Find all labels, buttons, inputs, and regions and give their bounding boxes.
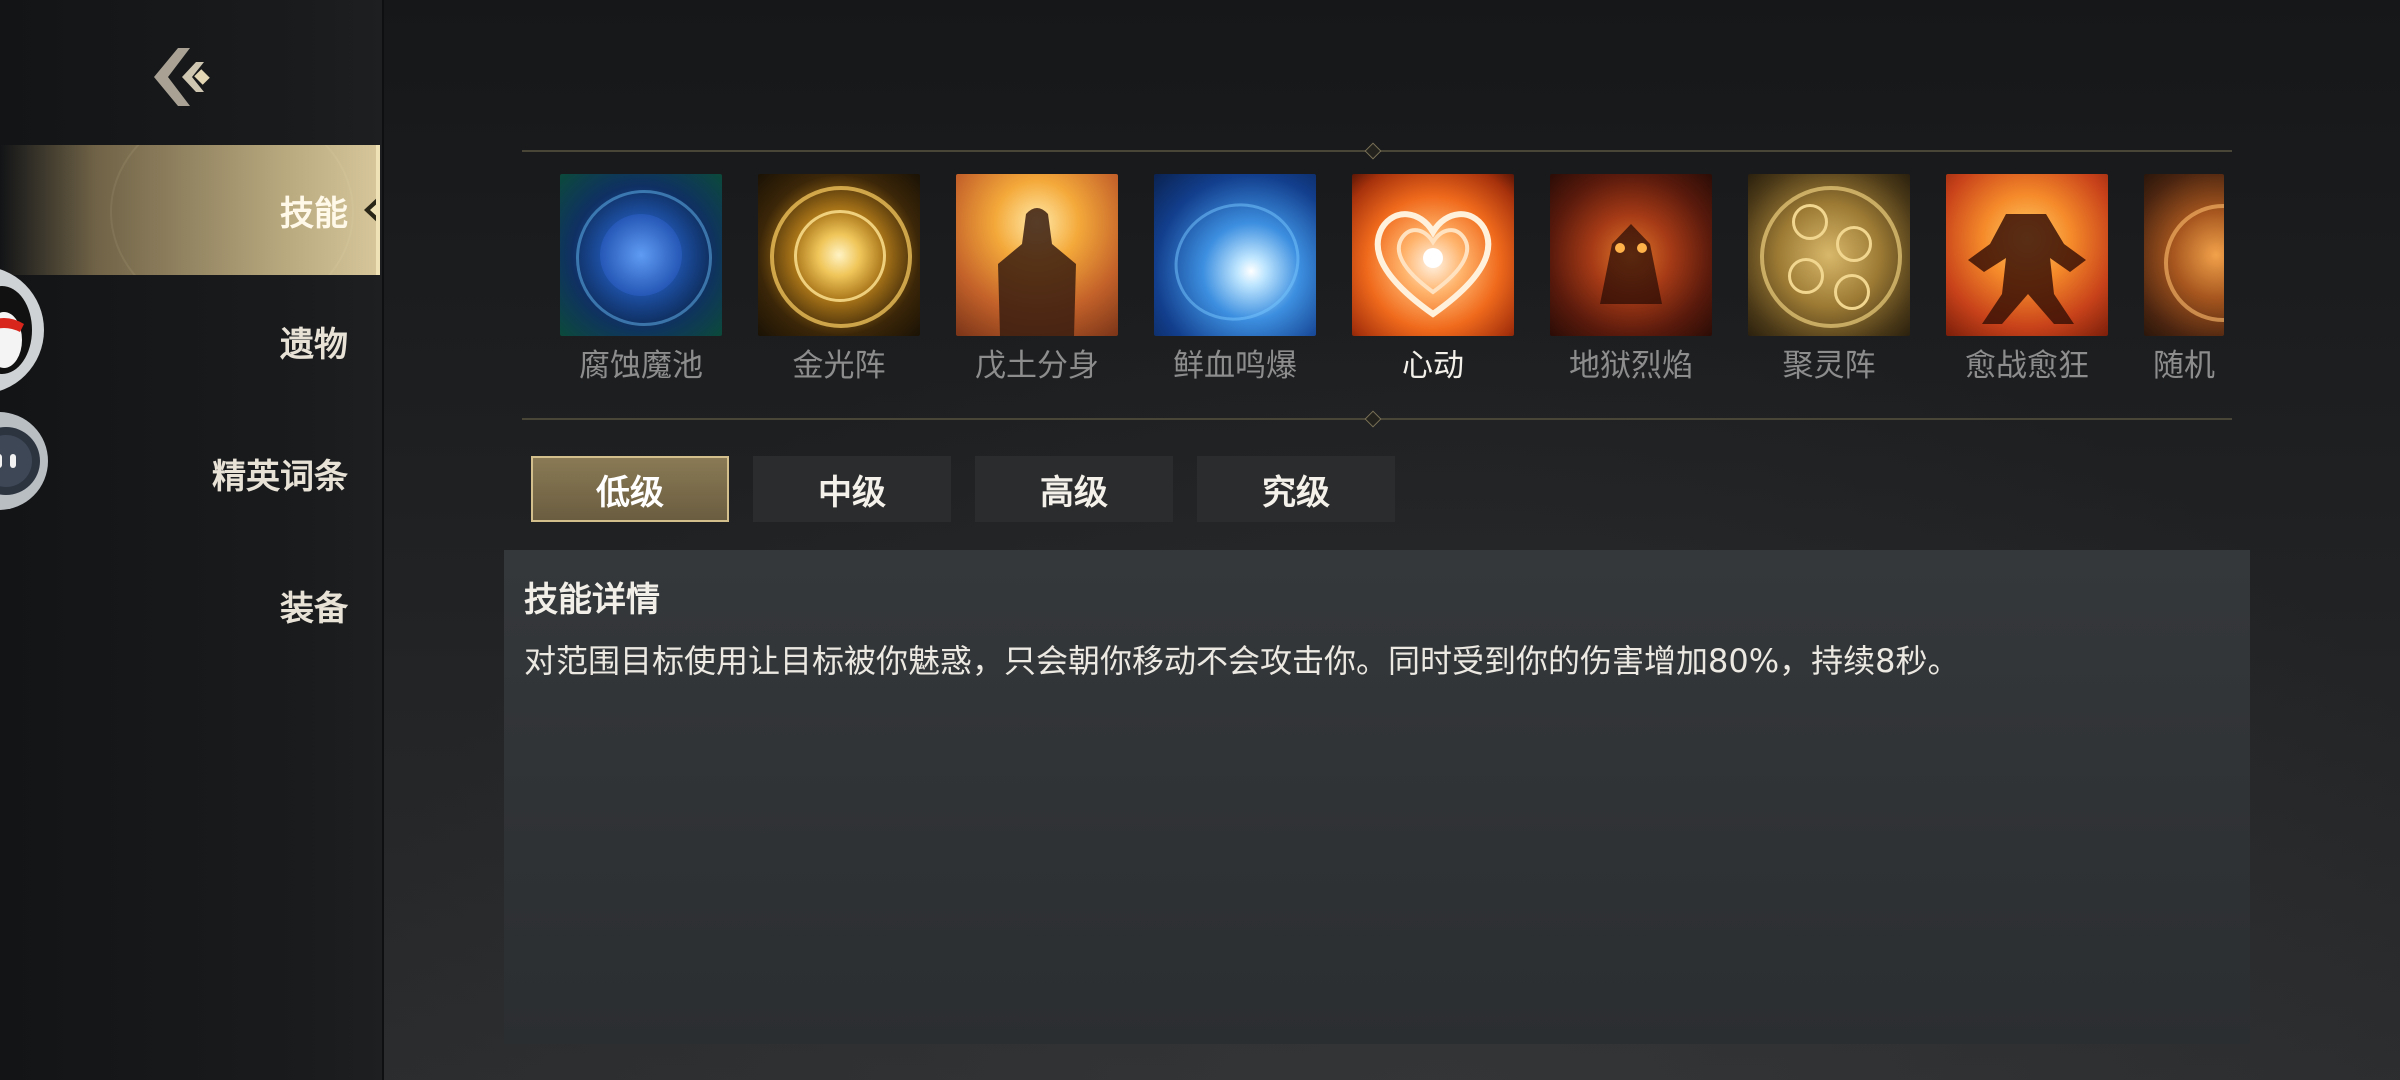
sidebar-item-label: 遗物 <box>280 324 348 365</box>
tab-tier-ultimate[interactable]: 究级 <box>1197 456 1395 522</box>
skill-item[interactable]: 随机 <box>2144 174 2224 388</box>
corrosion-pool-icon <box>560 174 722 336</box>
skill-item-selected[interactable]: 心动 <box>1352 174 1514 388</box>
skill-description: 对范围目标使用让目标被你魅惑，只会朝你移动不会攻击你。同时受到你的伤害增加80%… <box>524 642 1960 680</box>
hellfire-icon <box>1550 174 1712 336</box>
skill-name: 聚灵阵 <box>1782 348 1876 384</box>
detail-title: 技能详情 <box>524 580 660 620</box>
sidebar-item-skills[interactable]: 技能 <box>0 145 380 275</box>
sidebar-item-label: 装备 <box>280 588 348 629</box>
skill-item[interactable]: 戊土分身 <box>956 174 1118 388</box>
tab-label: 究级 <box>1262 472 1330 513</box>
category-sidebar: 技能 遗物 精英词条 装备 <box>0 0 384 1080</box>
skill-item[interactable]: 愈战愈狂 <box>1946 174 2108 388</box>
skill-item[interactable]: 腐蚀魔池 <box>560 174 722 388</box>
divider-ornament-icon <box>1364 142 1382 160</box>
skill-name: 愈战愈狂 <box>1965 348 2089 384</box>
skill-name: 腐蚀魔池 <box>579 348 703 384</box>
sidebar-item-equipment[interactable]: 装备 <box>0 540 380 670</box>
skill-name: 金光阵 <box>792 348 886 384</box>
skill-item[interactable]: 鲜血鸣爆 <box>1154 174 1316 388</box>
skill-name: 戊土分身 <box>975 348 1099 384</box>
selected-notch-icon <box>364 195 380 225</box>
heart-icon <box>1352 174 1514 336</box>
tab-tier-mid[interactable]: 中级 <box>753 456 951 522</box>
skill-item[interactable]: 地狱烈焰 <box>1550 174 1712 388</box>
skill-item[interactable]: 金光阵 <box>758 174 920 388</box>
top-divider <box>522 142 2232 160</box>
divider-ornament-icon <box>1364 410 1382 428</box>
skill-name: 地狱烈焰 <box>1569 348 1693 384</box>
skill-detail-panel: 技能详情 对范围目标使用让目标被你魅惑，只会朝你移动不会攻击你。同时受到你的伤害… <box>504 550 2250 1044</box>
skill-name: 心动 <box>1402 348 1464 384</box>
skill-list[interactable]: 腐蚀魔池 金光阵 戊土分身 鲜血鸣爆 心动 地狱烈焰 聚灵阵 愈战愈狂 随机 <box>560 174 2224 388</box>
skill-item[interactable]: 聚灵阵 <box>1748 174 1910 388</box>
tab-label: 低级 <box>596 472 664 513</box>
tab-tier-high[interactable]: 高级 <box>975 456 1173 522</box>
random-icon <box>2144 174 2224 336</box>
spirit-array-icon <box>1748 174 1910 336</box>
skill-name: 鲜血鸣爆 <box>1173 348 1297 384</box>
tab-label: 高级 <box>1040 472 1108 513</box>
back-button[interactable] <box>150 44 220 110</box>
golden-array-icon <box>758 174 920 336</box>
sidebar-item-label: 精英词条 <box>212 456 348 497</box>
sun-decoration <box>110 145 354 275</box>
skill-name: 随机 <box>2153 348 2215 384</box>
back-chevron-icon <box>154 48 210 106</box>
sidebar-item-relics[interactable]: 遗物 <box>0 276 380 406</box>
tab-label: 中级 <box>818 472 886 513</box>
berserk-icon <box>1946 174 2108 336</box>
bottom-divider <box>522 410 2232 428</box>
blood-burst-icon <box>1154 174 1316 336</box>
tab-tier-low[interactable]: 低级 <box>531 456 729 522</box>
sidebar-item-elite-affixes[interactable]: 精英词条 <box>0 408 380 538</box>
game-screen: 技能 遗物 精英词条 装备 腐蚀魔池 金光阵 戊土分身 鲜血鸣爆 心动 地狱烈焰… <box>0 0 2400 1080</box>
earth-clone-icon <box>956 174 1118 336</box>
